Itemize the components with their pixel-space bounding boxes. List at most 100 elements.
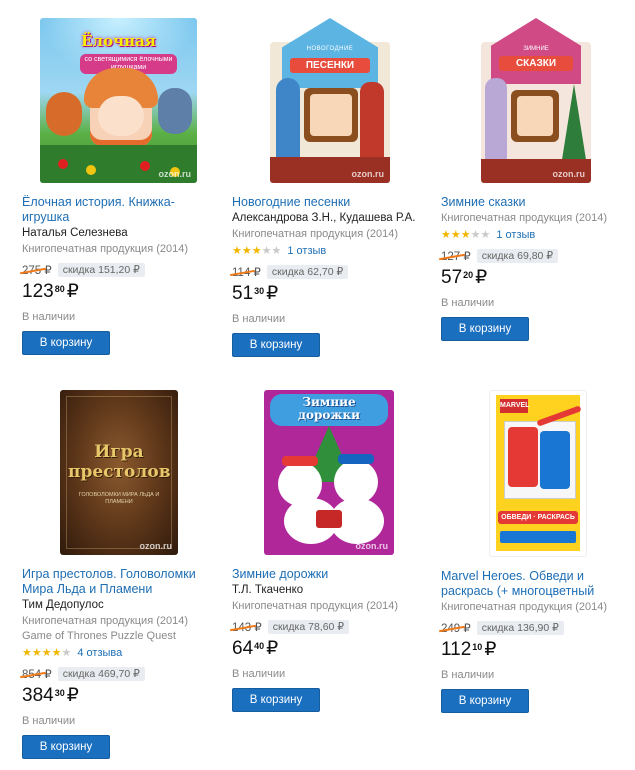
product-card: MARVEL ОБВЕДИ · РАСКРАСЬ Marvel Heroes. … (441, 390, 631, 713)
price-rubles: 123 (22, 281, 54, 302)
current-price: 57 20 ₽ (441, 267, 631, 293)
product-cover-image[interactable]: Ёлочная история со светящимися ёлочными … (40, 18, 197, 183)
star-icon: ★ (31, 646, 42, 659)
watermark: ozon.ru (351, 169, 385, 179)
price-kopecks: 80 (54, 284, 65, 294)
watermark: ozon.ru (158, 169, 192, 179)
add-to-cart-button[interactable]: В корзину (441, 317, 529, 341)
product-cover-image[interactable]: НОВОГОДНИЕ ПЕСЕНКИ ozon.ru (270, 18, 390, 183)
current-price: 123 80 ₽ (22, 281, 212, 307)
product-cover-image[interactable]: MARVEL ОБВЕДИ · РАСКРАСЬ (489, 390, 587, 557)
product-title-link[interactable]: Marvel Heroes. Обведи и раскрась (+ мног… (441, 569, 631, 599)
discount-badge: скидка 151,20 ₽ (57, 263, 145, 277)
star-icon: ★ (271, 244, 282, 257)
product-title-link[interactable]: Зимние сказки (441, 195, 631, 210)
product-title-link[interactable]: Ёлочная история. Книжка-игрушка (22, 195, 212, 225)
price-row: 854 ₽ скидка 469,70 ₽ (22, 666, 212, 682)
product-publisher: Книгопечатная продукция (2014) (441, 212, 608, 224)
current-price: 51 30 ₽ (232, 283, 422, 309)
star-icon: ★ (480, 228, 491, 241)
watermark: ozon.ru (139, 541, 173, 551)
price-kopecks: 10 (472, 642, 483, 652)
product-title-link[interactable]: Зимние дорожки (232, 567, 422, 582)
product-cover-image[interactable]: Игра престолов ГОЛОВОЛОМКИ МИРА ЛЬДА И П… (60, 390, 178, 555)
cover-subtitle: ЗИМНИЕ (523, 46, 549, 52)
currency-sign: ₽ (266, 283, 279, 304)
star-icon: ★ (261, 244, 272, 257)
price-row: 249 ₽ скидка 136,90 ₽ (441, 620, 631, 636)
product-author: Тим Дедопулос (22, 599, 104, 611)
add-to-cart-button[interactable]: В корзину (232, 688, 320, 712)
star-icon: ★ (41, 646, 52, 659)
currency-sign: ₽ (66, 685, 79, 706)
price-rubles: 384 (22, 685, 54, 706)
reviews-link[interactable]: 1 отзыв (496, 229, 535, 241)
discount-badge: скидка 78,60 ₽ (267, 620, 349, 634)
product-card: НОВОГОДНИЕ ПЕСЕНКИ ozon.ru Новогодние пе… (232, 18, 422, 357)
availability-status: В наличии (22, 311, 76, 323)
currency-sign: ₽ (475, 267, 488, 288)
discount-badge: скидка 62,70 ₽ (266, 265, 349, 279)
rating-row: ★ ★ ★ ★ ★ 4 отзыва (22, 646, 212, 660)
cover-title: ОБВЕДИ · РАСКРАСЬ (498, 511, 578, 524)
old-price: 275 ₽ (22, 263, 56, 277)
old-price: 249 ₽ (441, 621, 475, 635)
price-rubles: 112 (441, 639, 472, 660)
add-to-cart-button[interactable]: В корзину (441, 689, 529, 713)
price-row: 275 ₽ скидка 151,20 ₽ (22, 262, 212, 278)
product-author: Наталья Селезнева (22, 227, 128, 239)
star-icon: ★ (460, 228, 471, 241)
availability-status: В наличии (22, 715, 76, 727)
currency-sign: ₽ (266, 638, 279, 659)
reviews-link[interactable]: 4 отзыва (77, 647, 122, 659)
product-title-link[interactable]: Игра престолов. Головоломки Мира Льда и … (22, 567, 212, 597)
product-publisher: Книгопечатная продукция (2014) (232, 600, 399, 612)
product-publisher: Книгопечатная продукция (2014) (441, 601, 608, 613)
cover-title: Зимние дорожки (297, 395, 361, 422)
currency-sign: ₽ (66, 281, 79, 302)
price-row: 143 ₽ скидка 78,60 ₽ (232, 619, 422, 635)
star-icon: ★ (232, 244, 242, 257)
cover-subtitle: MARVEL (500, 399, 529, 413)
product-series: Game of Thrones Puzzle Quest (22, 630, 176, 642)
star-icon: ★ (251, 244, 262, 257)
old-price: 143 ₽ (232, 620, 266, 634)
star-icon: ★ (51, 646, 62, 659)
product-title-link[interactable]: Новогодние песенки (232, 195, 422, 210)
cover-title: Игра престолов (68, 442, 171, 482)
current-price: 112 10 ₽ (441, 639, 631, 665)
discount-badge: скидка 469,70 ₽ (57, 667, 145, 681)
product-card: ЗИМНИЕ СКАЗКИ ozon.ru Зимние сказки Книг… (441, 18, 631, 341)
current-price: 384 30 ₽ (22, 685, 212, 711)
price-kopecks: 30 (254, 286, 265, 296)
current-price: 64 40 ₽ (232, 638, 422, 664)
star-icon: ★ (470, 228, 481, 241)
product-publisher: Книгопечатная продукция (2014) (232, 228, 399, 240)
cover-subtitle: НОВОГОДНИЕ (306, 46, 354, 52)
availability-status: В наличии (441, 297, 495, 309)
price-row: 114 ₽ скидка 62,70 ₽ (232, 264, 422, 280)
product-publisher: Книгопечатная продукция (2014) (22, 615, 189, 627)
currency-sign: ₽ (484, 639, 497, 660)
old-price: 114 ₽ (232, 265, 265, 279)
price-kopecks: 20 (463, 270, 474, 280)
star-icon: ★ (450, 228, 461, 241)
rating-row: ★ ★ ★ ★ ★ 1 отзыв (441, 228, 631, 242)
rating-row: ★ ★ ★ ★ ★ 1 отзыв (232, 244, 422, 258)
cover-title: СКАЗКИ (499, 56, 573, 71)
availability-status: В наличии (441, 669, 495, 681)
star-icon: ★ (22, 646, 32, 659)
product-cover-image[interactable]: Зимние дорожки ozon.ru (264, 390, 394, 555)
product-publisher: Книгопечатная продукция (2014) (22, 243, 189, 255)
add-to-cart-button[interactable]: В корзину (22, 735, 110, 759)
product-author: Александрова З.Н., Кудашева Р.А. (232, 212, 416, 224)
add-to-cart-button[interactable]: В корзину (232, 333, 320, 357)
star-rating: ★ ★ ★ ★ ★ (232, 244, 282, 257)
price-row: 127 ₽ скидка 69,80 ₽ (441, 248, 631, 264)
product-card: Игра престолов ГОЛОВОЛОМКИ МИРА ЛЬДА И П… (22, 390, 212, 759)
product-cover-image[interactable]: ЗИМНИЕ СКАЗКИ ozon.ru (481, 18, 591, 183)
product-card: Зимние дорожки ozon.ru Зимние дорожки Т.… (232, 390, 422, 712)
add-to-cart-button[interactable]: В корзину (22, 331, 110, 355)
old-price: 854 ₽ (22, 667, 56, 681)
reviews-link[interactable]: 1 отзыв (287, 245, 326, 257)
